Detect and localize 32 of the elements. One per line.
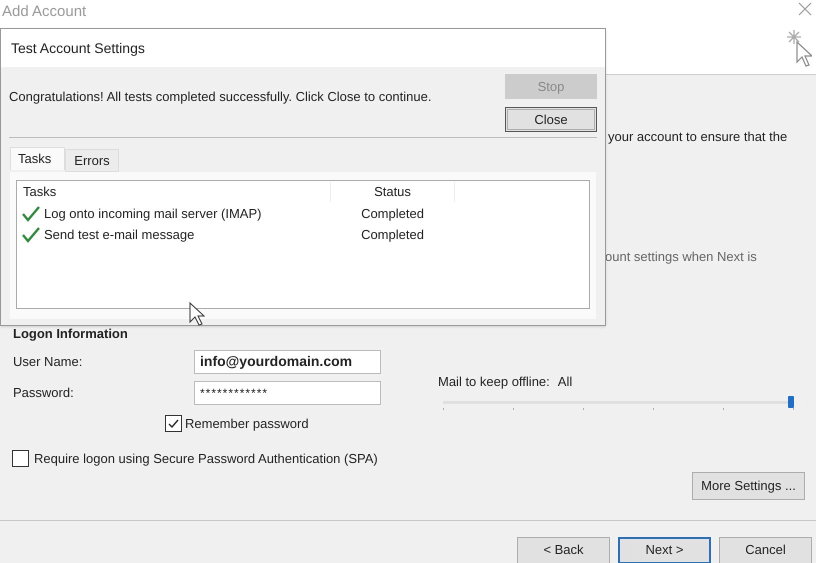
instruction-text: ount settings when Next is	[605, 248, 758, 266]
slider-thumb[interactable]	[788, 396, 794, 408]
checkbox[interactable]	[165, 414, 182, 432]
dialog-tab[interactable]: Errors	[65, 149, 119, 172]
username-field[interactable]: info@yourdomain.com	[194, 350, 381, 374]
dialog-tab[interactable]: Tasks	[10, 147, 65, 170]
window-title: Add Account	[1, 2, 86, 20]
wizard-button[interactable]: < Back	[517, 536, 610, 563]
sparkle-cursor-icon	[784, 28, 812, 68]
checkbox[interactable]	[12, 450, 29, 468]
offline-label: Mail to keep offline:	[438, 372, 550, 391]
task-name: Send test e-mail message	[44, 226, 194, 244]
wizard-button[interactable]: Cancel	[719, 536, 812, 563]
task-status: Completed	[360, 204, 425, 223]
task-status: Completed	[360, 226, 425, 244]
checkbox-label: Require logon using Secure Password Authentication (SPA)	[34, 450, 378, 468]
checkbox-label: Remember password	[185, 414, 309, 433]
task-name: Log onto incoming mail server (IMAP)	[44, 204, 262, 223]
field-label: Password:	[13, 384, 75, 402]
offline-value: All	[558, 372, 572, 390]
column-header: Tasks	[22, 183, 58, 202]
password-field[interactable]: ************	[194, 380, 381, 404]
close-icon[interactable]	[798, 2, 812, 16]
column-header: Status	[330, 182, 455, 202]
dialog-title: Test Account Settings	[11, 38, 145, 58]
section-heading: Logon Information	[13, 325, 129, 343]
wizard-button[interactable]: Next >	[618, 536, 711, 563]
field-label: User Name:	[13, 352, 84, 371]
instruction-text: your account to ensure that the	[608, 128, 788, 146]
dialog-message: Congratulations! All tests completed successfully. Click Close to continue.	[9, 88, 432, 106]
more-settings-button[interactable]: More Settings ...	[692, 472, 805, 500]
dialog-button[interactable]: Close	[505, 107, 597, 132]
